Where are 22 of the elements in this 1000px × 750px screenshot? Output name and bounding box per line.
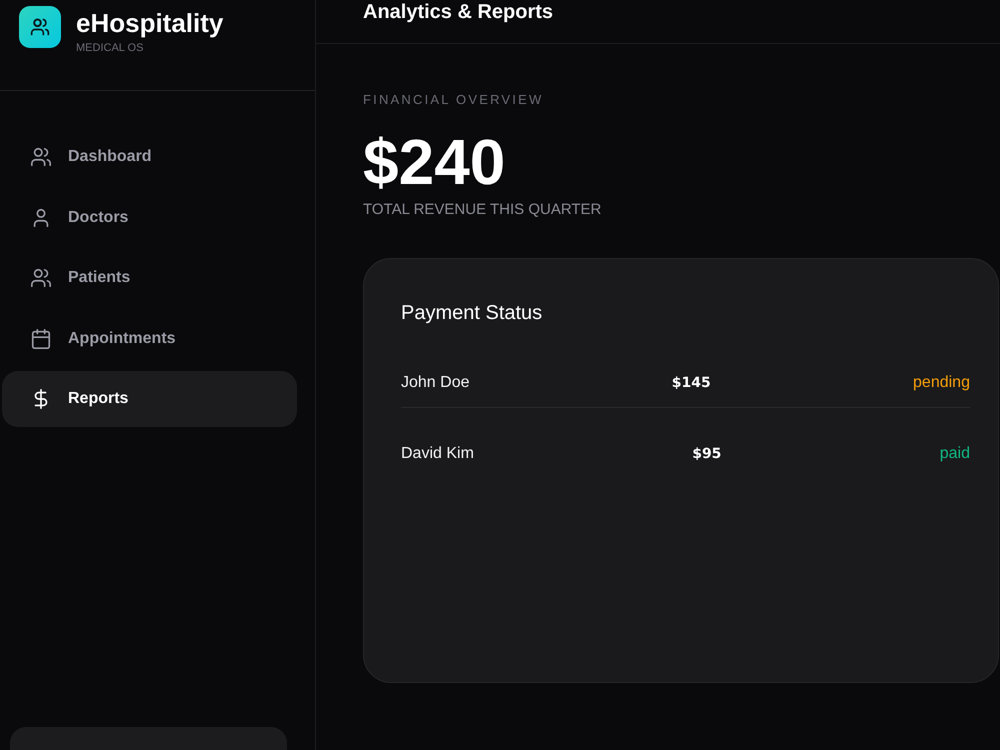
app-name: eHospitality [76,8,224,38]
nav-item[interactable]: Patients [2,250,297,306]
users-icon [19,6,61,48]
payment-status: paid [940,444,970,464]
payment-amount: $145 [672,374,711,393]
card-title: Payment Status [401,301,544,326]
nav-item[interactable]: Doctors [2,190,297,246]
total-revenue-caption: TOTAL REVENUE THIS QUARTER [363,201,602,219]
nav-item[interactable]: Appointments [2,310,297,366]
patient-name: John Doe [401,373,470,393]
nav-item[interactable]: Dashboard [2,129,297,185]
app-tagline: MEDICAL OS [76,41,144,55]
calendar-icon [30,328,52,350]
users-icon [30,146,52,168]
page-title: Analytics & Reports [363,0,554,24]
total-revenue-value: $240 [363,130,506,194]
section-label: FINANCIAL OVERVIEW [363,92,544,108]
payment-status: pending [913,373,970,393]
nav-item[interactable]: Reports [2,371,297,427]
users-icon [30,267,52,289]
patient-name: David Kim [401,444,474,464]
payment-amount: $95 [692,445,722,464]
